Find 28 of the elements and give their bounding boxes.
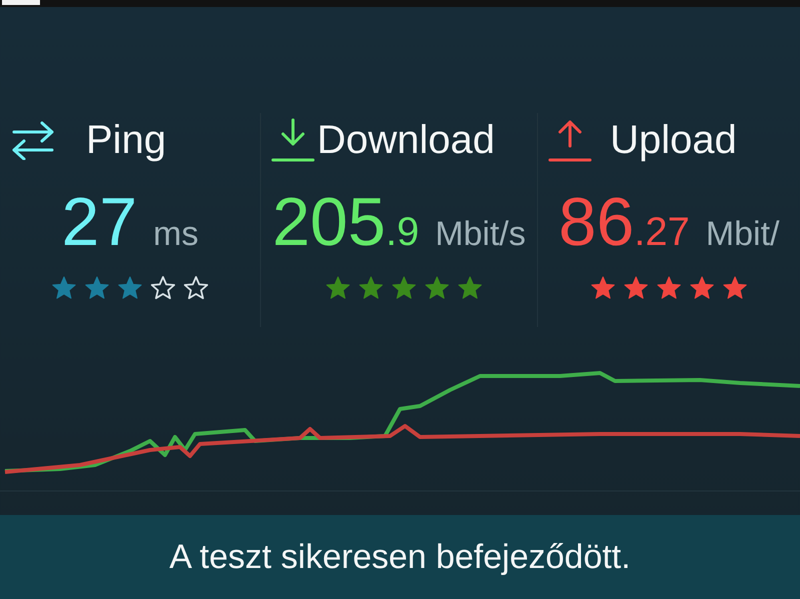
metric-label: Upload bbox=[610, 118, 737, 162]
unit-label: Mbit/s bbox=[435, 215, 526, 254]
metric-value: 205 bbox=[272, 183, 386, 261]
filled-star-icon bbox=[391, 275, 417, 300]
filled-star-icon bbox=[689, 275, 715, 300]
filled-star-icon bbox=[117, 275, 143, 300]
filled-star-icon bbox=[358, 275, 384, 300]
filled-star-icon bbox=[656, 275, 682, 300]
empty-star-icon bbox=[183, 275, 209, 300]
filled-star-icon bbox=[424, 275, 450, 300]
edge-fragment bbox=[2, 0, 40, 5]
empty-star-icon bbox=[150, 275, 176, 300]
value-decimals: .27 bbox=[634, 210, 690, 255]
filled-star-icon bbox=[325, 275, 351, 300]
metric-label: Download bbox=[317, 118, 495, 162]
filled-star-icon bbox=[51, 275, 77, 300]
filled-star-icon bbox=[590, 275, 616, 300]
value-decimals: .9 bbox=[386, 210, 420, 255]
filled-star-icon bbox=[84, 275, 110, 300]
status-message: A teszt sikeresen befejeződött. bbox=[169, 538, 631, 576]
filled-star-icon bbox=[457, 275, 483, 300]
metric-value: 86 bbox=[558, 183, 634, 261]
unit-label: Mbit/ bbox=[706, 215, 780, 254]
filled-star-icon bbox=[722, 275, 748, 300]
filled-star-icon bbox=[623, 275, 649, 300]
metric-label: Ping bbox=[86, 118, 166, 162]
metric-value: 27 bbox=[62, 183, 138, 261]
unit-label: ms bbox=[153, 215, 198, 254]
